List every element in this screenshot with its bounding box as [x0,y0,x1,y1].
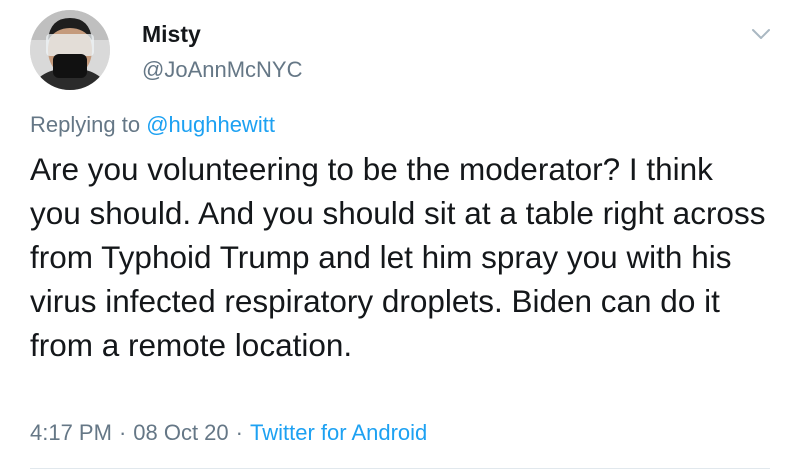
display-name[interactable]: Misty [142,21,201,48]
tweet-time[interactable]: 4:17 PM [30,420,112,445]
tweet-metadata: 4:17 PM · 08 Oct 20 · Twitter for Android [30,420,427,446]
avatar[interactable] [30,10,110,90]
separator-dot: · [235,420,243,445]
replying-to: Replying to @hughhewitt [30,112,275,138]
divider [30,468,770,469]
avatar-image [30,10,110,90]
tweet-card: Misty @JoAnnMcNYC Replying to @hughhewit… [0,0,800,473]
replying-to-mention[interactable]: @hughhewitt [146,112,275,137]
tweet-text: Are you volunteering to be the moderator… [30,151,766,363]
user-handle[interactable]: @JoAnnMcNYC [142,57,303,83]
chevron-down-icon[interactable] [750,26,772,42]
tweet-source-link[interactable]: Twitter for Android [250,420,427,445]
replying-to-label: Replying to [30,112,147,137]
tweet-date[interactable]: 08 Oct 20 [133,420,228,445]
separator-dot: · [118,420,127,445]
